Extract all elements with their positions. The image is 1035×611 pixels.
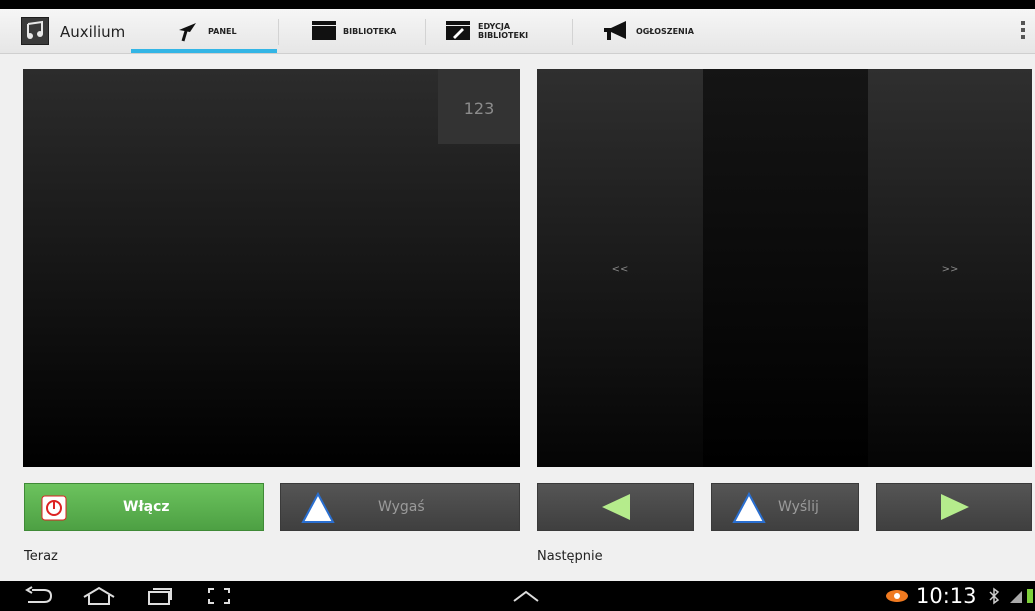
- folder-icon: [312, 21, 336, 40]
- panel-pin-icon: [179, 23, 196, 42]
- blank-button-label: Wygaś: [378, 499, 425, 515]
- send-button-label: Wyślij: [778, 499, 819, 515]
- power-icon: [41, 495, 67, 521]
- prev-slide-panel[interactable]: <<: [537, 69, 703, 467]
- status-bar-top: [0, 0, 1035, 9]
- tab-panel-label: PANEL: [208, 27, 237, 36]
- tab-panel[interactable]: PANEL: [131, 9, 277, 53]
- tab-biblioteka[interactable]: BIBLIOTEKA: [279, 9, 425, 53]
- tab-edycja-label-2: BIBLIOTEKI: [478, 31, 529, 40]
- signal-battery-icon: [1010, 589, 1033, 603]
- triangle-up-icon: [301, 492, 335, 523]
- caption-next: Następnie: [537, 549, 603, 564]
- triangle-up-icon: [732, 492, 766, 523]
- recent-apps-icon[interactable]: [145, 586, 173, 606]
- clock: 10:13: [916, 584, 977, 608]
- enable-button[interactable]: Włącz: [24, 483, 264, 531]
- arrow-left-icon: [602, 494, 630, 520]
- blank-button[interactable]: Wygaś: [280, 483, 520, 531]
- previous-button[interactable]: [537, 483, 694, 531]
- system-nav-bar: [0, 581, 1035, 611]
- home-icon[interactable]: [82, 586, 116, 606]
- next-slide-panel[interactable]: [703, 69, 868, 467]
- app-title[interactable]: Auxilium: [60, 23, 125, 41]
- tab-edycja-label-1: EDYCJA: [478, 22, 511, 31]
- enable-button-label: Włącz: [123, 499, 170, 515]
- overflow-menu-icon[interactable]: [1021, 21, 1025, 41]
- tab-edycja-biblioteki[interactable]: EDYCJA BIBLIOTEKI: [426, 9, 572, 53]
- screenshot-icon[interactable]: [206, 586, 232, 606]
- tab-biblioteka-label: BIBLIOTEKA: [343, 27, 397, 36]
- caption-now: Teraz: [24, 549, 58, 564]
- eye-icon: [886, 590, 908, 602]
- prev-label: <<: [611, 264, 629, 275]
- following-slide-panel[interactable]: >>: [868, 69, 1032, 467]
- megaphone-icon: [604, 21, 626, 40]
- app-logo-icon[interactable]: [21, 17, 49, 45]
- bluetooth-icon: [989, 587, 1000, 605]
- chevron-up-icon[interactable]: [512, 589, 540, 603]
- next-label: >>: [941, 264, 959, 275]
- arrow-right-icon: [941, 494, 969, 520]
- action-bar: Auxilium PANEL BIBLIOTEKA EDYCJA BIBLIOT…: [0, 9, 1035, 54]
- folder-edit-icon: [446, 21, 470, 40]
- send-button[interactable]: Wyślij: [711, 483, 859, 531]
- back-icon[interactable]: [24, 586, 54, 606]
- counter-box[interactable]: 123: [438, 69, 520, 144]
- tab-ogloszenia[interactable]: OGŁOSZENIA: [573, 9, 719, 53]
- next-button[interactable]: [876, 483, 1032, 531]
- tab-ogloszenia-label: OGŁOSZENIA: [636, 27, 694, 36]
